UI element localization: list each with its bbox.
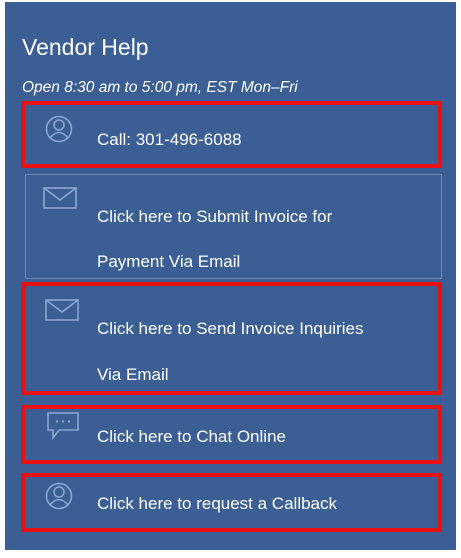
request-callback-link[interactable]: Click here to request a Callback: [21, 473, 442, 532]
item-label: Click here to Submit Invoice for Payment…: [97, 207, 333, 271]
item-label: Click here to Chat Online: [97, 427, 286, 446]
office-hours: Open 8:30 am to 5:00 pm, EST Mon–Fri: [22, 79, 298, 96]
panel-title: Vendor Help: [22, 34, 149, 60]
call-phone-link[interactable]: Call: 301-496-6088: [21, 101, 442, 168]
submit-invoice-email-link[interactable]: Click here to Submit Invoice for Payment…: [25, 174, 442, 279]
person-icon: [45, 115, 73, 143]
send-invoice-inquiries-email-link[interactable]: Click here to Send Invoice Inquiries Via…: [21, 282, 442, 395]
item-label: Call: 301-496-6088: [97, 130, 242, 149]
person-icon: [45, 482, 73, 510]
chat-bubble-icon: [47, 412, 79, 441]
chat-online-link[interactable]: Click here to Chat Online: [21, 405, 442, 464]
envelope-icon: [43, 187, 77, 209]
item-label: Click here to Send Invoice Inquiries Via…: [97, 319, 364, 384]
envelope-icon: [45, 299, 79, 321]
item-label: Click here to request a Callback: [97, 494, 338, 513]
